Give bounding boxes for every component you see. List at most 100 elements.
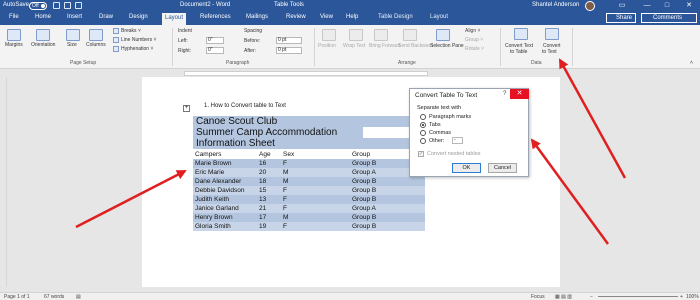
camper-name: Janice Garland [195, 205, 239, 212]
table-row[interactable]: Debbie Davidson 15 F Group B [193, 186, 425, 195]
table-header-row[interactable]: Campers Age Sex Group [193, 150, 425, 159]
minimize-button[interactable]: — [640, 1, 654, 11]
zoom-out-icon[interactable]: − [590, 294, 593, 300]
camper-sex: F [283, 196, 287, 203]
redo-icon[interactable] [75, 2, 82, 9]
tab-draw[interactable]: Draw [99, 14, 113, 20]
undo-icon[interactable] [64, 2, 71, 9]
table-row[interactable]: Marie Brown 16 F Group B [193, 159, 425, 168]
selection-pane-button[interactable]: Selection Pane [430, 43, 464, 49]
list-item[interactable]: 1. How to Convert table to Text [204, 103, 286, 109]
save-icon[interactable] [53, 2, 60, 9]
dialog-title: Convert Table To Text [415, 92, 478, 99]
comments-button[interactable]: Comments [641, 13, 697, 23]
indent-right-input[interactable]: 0" [206, 47, 224, 54]
margins-icon[interactable] [7, 29, 21, 41]
tab-view[interactable]: View [320, 14, 333, 20]
bring-forward-icon [374, 29, 388, 41]
autosave-toggle[interactable]: Off [29, 2, 47, 10]
tab-home[interactable]: Home [35, 14, 51, 20]
size-button[interactable]: Size [67, 42, 77, 48]
spacing-before-label: Before: [244, 38, 261, 44]
user-name[interactable]: Shantel Anderson [532, 2, 579, 8]
table-move-handle-icon[interactable]: + [183, 105, 190, 112]
orientation-icon[interactable] [36, 29, 50, 41]
paragraph-marks-radio[interactable] [420, 114, 426, 120]
tabs-radio[interactable] [420, 122, 426, 128]
size-icon[interactable] [66, 29, 80, 41]
cancel-button[interactable]: Cancel [488, 163, 517, 173]
word-count[interactable]: 67 words [44, 294, 64, 300]
tab-help[interactable]: Help [346, 14, 358, 20]
table-row[interactable]: Judith Keith 13 F Group B [193, 195, 425, 204]
help-icon[interactable]: ? [503, 91, 506, 97]
zoom-level[interactable]: 100% [686, 294, 699, 300]
table-title-row[interactable]: Summer Camp Accommodation [193, 127, 363, 138]
tab-table-design[interactable]: Table Design [378, 14, 413, 20]
camper-sex: M [283, 214, 289, 221]
align-button[interactable]: Align ˅ [465, 28, 480, 34]
other-separator-input[interactable]: - [452, 137, 463, 144]
breaks-button[interactable]: Breaks ˅ [121, 28, 141, 34]
table-title-row[interactable]: Information Sheet [193, 138, 425, 149]
table-row[interactable]: Janice Garland 21 F Group A [193, 204, 425, 213]
columns-button[interactable]: Columns [86, 42, 106, 48]
tab-file[interactable]: File [9, 14, 19, 20]
tab-layout[interactable]: Layout [162, 13, 187, 25]
indent-label: Indent [178, 28, 192, 34]
tab-insert[interactable]: Insert [67, 14, 82, 20]
hyphenation-button[interactable]: Hyphenation ˅ [121, 46, 153, 52]
share-button[interactable]: Share [606, 13, 636, 23]
proofing-icon[interactable]: ▤ [76, 294, 81, 300]
tab-references[interactable]: References [200, 14, 231, 20]
indent-right-label: Right: [178, 48, 192, 54]
close-button[interactable]: ✕ [682, 1, 696, 11]
page-count[interactable]: Page 1 of 1 [4, 294, 30, 300]
camper-age: 19 [259, 223, 267, 230]
group-button[interactable]: Group ˅ [465, 37, 483, 43]
vertical-ruler[interactable] [0, 77, 7, 287]
convert-text-to-table-label-2[interactable]: to Table [510, 49, 527, 55]
columns-icon[interactable] [89, 29, 103, 41]
rotate-button[interactable]: Rotate ˅ [465, 46, 484, 52]
camper-group: Group A [352, 205, 376, 212]
wrap-text-button[interactable]: Wrap Text [343, 43, 365, 49]
collapse-ribbon-icon[interactable]: ˄ [690, 60, 693, 66]
line-numbers-button[interactable]: Line Numbers ˅ [121, 37, 156, 43]
commas-label[interactable]: Commas [429, 130, 451, 136]
spacing-after-input[interactable]: 0 pt [276, 47, 302, 54]
position-button[interactable]: Position [318, 43, 336, 49]
view-modes-icon[interactable]: ▦ ▤ ▥ [555, 294, 572, 300]
horizontal-ruler[interactable] [0, 70, 700, 77]
convert-to-text-label-2[interactable]: to Text [542, 49, 557, 55]
margins-button[interactable]: Margins [5, 42, 23, 48]
tab-table-layout[interactable]: Layout [430, 14, 448, 20]
tab-review[interactable]: Review [286, 14, 306, 20]
zoom-in-icon[interactable]: + [680, 294, 683, 300]
indent-left-input[interactable]: 0" [206, 37, 224, 44]
focus-button[interactable]: Focus [531, 294, 545, 300]
table-title-row[interactable]: Canoe Scout Club [193, 116, 425, 127]
send-backward-button[interactable]: Send Backward [398, 43, 433, 49]
commas-radio[interactable] [420, 130, 426, 136]
tab-mailings[interactable]: Mailings [246, 14, 268, 20]
tab-design[interactable]: Design [129, 14, 148, 20]
paragraph-marks-label[interactable]: Paragraph marks [429, 114, 471, 120]
table-row[interactable]: Eric Marie 20 M Group A [193, 168, 425, 177]
convert-table-to-text-dialog[interactable]: Convert Table To Text ? ✕ Separate text … [409, 88, 529, 177]
avatar[interactable] [585, 1, 595, 11]
spacing-before-input[interactable]: 0 pt [276, 37, 302, 44]
bring-forward-button[interactable]: Bring Forward [369, 43, 400, 49]
other-radio[interactable] [420, 138, 426, 144]
tabs-label[interactable]: Tabs [429, 122, 441, 128]
other-label[interactable]: Other: [429, 138, 444, 144]
dialog-close-button[interactable]: ✕ [510, 89, 529, 99]
maximize-button[interactable]: □ [660, 1, 674, 11]
ok-button[interactable]: OK [452, 163, 481, 173]
table-row[interactable]: Henry Brown 17 M Group B [193, 213, 425, 222]
orientation-button[interactable]: Orientation [31, 42, 55, 48]
zoom-slider[interactable] [598, 296, 678, 297]
ribbon-display-icon[interactable]: ▭ [615, 1, 629, 11]
table-row[interactable]: Gloria Smith 19 F Group B [193, 222, 425, 231]
table-row[interactable]: Dane Alexander 18 M Group B [193, 177, 425, 186]
